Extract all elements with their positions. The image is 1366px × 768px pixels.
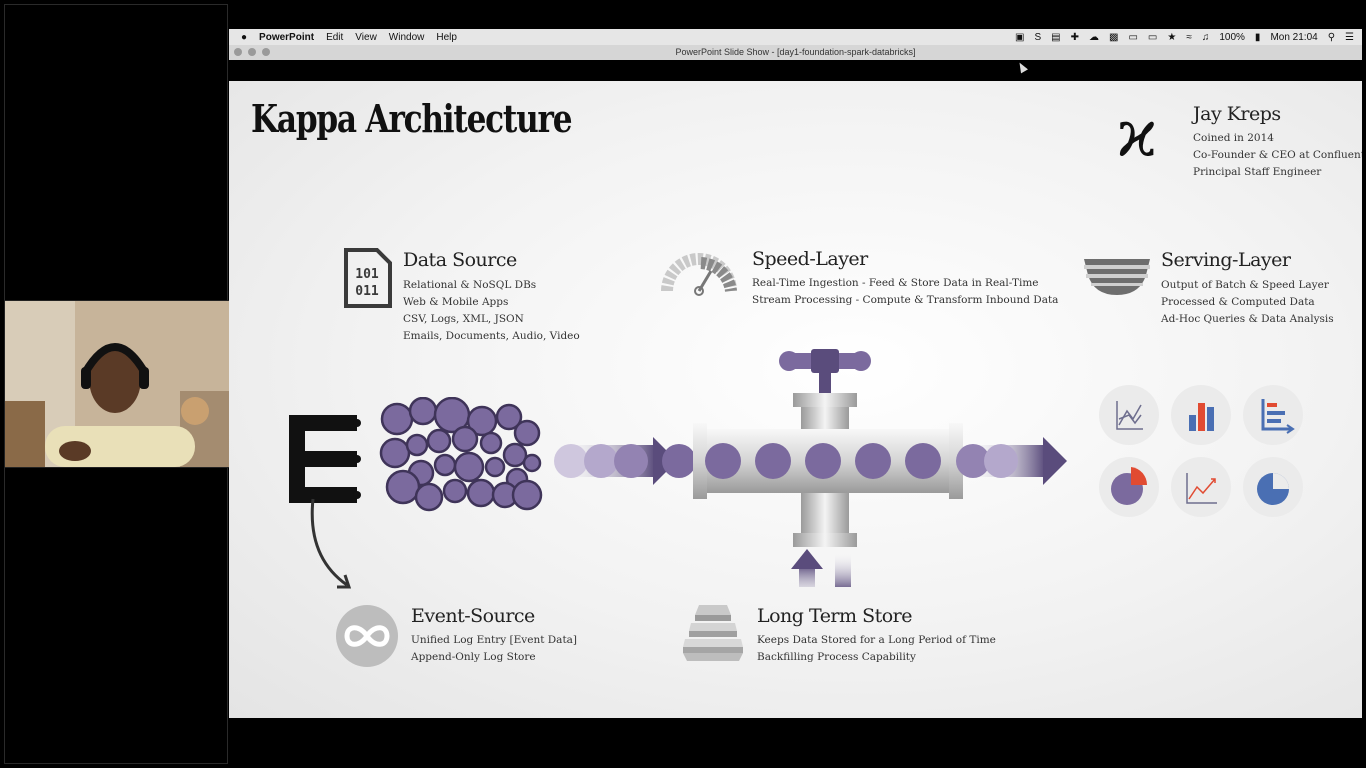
status-icon-6[interactable]: ▭ bbox=[1128, 32, 1137, 43]
serving-layer-title: Serving-Layer bbox=[1161, 249, 1291, 271]
mouse-cursor-icon bbox=[1016, 60, 1028, 74]
author-line-2: Co-Founder & CEO at Confluent bbox=[1193, 149, 1362, 161]
notification-center-icon[interactable]: ☰ bbox=[1345, 32, 1354, 43]
author-line-1: Coined in 2014 bbox=[1193, 132, 1274, 144]
event-source-lines: Unified Log Entry [Event Data] Append-On… bbox=[411, 632, 577, 666]
status-area: ▣ S ▤ ✚ ☁ ▩ ▭ ▭ ★ ≈ ♫ 100% ▮ Mon 21:04 ⚲… bbox=[1015, 29, 1354, 45]
speed-layer-title: Speed-Layer bbox=[752, 248, 868, 270]
minimize-button[interactable] bbox=[248, 48, 256, 56]
file-binary-text-1: 101 bbox=[355, 267, 379, 282]
close-button[interactable] bbox=[234, 48, 242, 56]
long-term-store-title: Long Term Store bbox=[757, 605, 913, 627]
infinity-icon bbox=[336, 605, 398, 667]
status-icon-2[interactable]: S bbox=[1035, 32, 1042, 43]
pie-chart-2-icon bbox=[1257, 473, 1289, 505]
spotlight-icon[interactable]: ⚲ bbox=[1328, 32, 1335, 43]
airplay-icon[interactable]: ▭ bbox=[1148, 32, 1157, 43]
powerpoint-window: ● PowerPoint Edit View Window Help ▣ S ▤… bbox=[229, 29, 1362, 718]
battery-icon[interactable]: ▮ bbox=[1255, 32, 1261, 43]
author-line-3: Principal Staff Engineer bbox=[1193, 166, 1322, 178]
event-hub-icon bbox=[289, 415, 361, 503]
presenter-video-image bbox=[5, 301, 229, 467]
status-icon-3[interactable]: ▤ bbox=[1051, 32, 1060, 43]
apple-menu-icon[interactable]: ● bbox=[241, 32, 247, 43]
long-term-store-lines: Keeps Data Stored for a Long Period of T… bbox=[757, 632, 996, 666]
window-controls bbox=[234, 48, 270, 56]
volume-icon[interactable]: ♫ bbox=[1202, 32, 1210, 43]
stream-arrow-right bbox=[956, 437, 1067, 485]
status-icon-1[interactable]: ▣ bbox=[1015, 32, 1024, 43]
data-source-line-3: CSV, Logs, XML, JSON bbox=[403, 313, 524, 325]
wifi-icon[interactable]: ≈ bbox=[1186, 32, 1192, 43]
menu-window[interactable]: Window bbox=[389, 32, 425, 43]
cloud-icon[interactable]: ☁ bbox=[1089, 32, 1099, 43]
webcam-video bbox=[4, 300, 230, 468]
clock[interactable]: Mon 21:04 bbox=[1270, 32, 1317, 43]
window-title: PowerPoint Slide Show - [day1-foundation… bbox=[675, 47, 916, 57]
data-source-line-1: Relational & NoSQL DBs bbox=[403, 279, 537, 291]
zoom-button[interactable] bbox=[262, 48, 270, 56]
data-bubbles-icon bbox=[379, 397, 543, 512]
window-titlebar: PowerPoint Slide Show - [day1-foundation… bbox=[229, 45, 1362, 60]
status-icon-5[interactable]: ▩ bbox=[1109, 32, 1118, 43]
serving-layer-line-3: Ad-Hoc Queries & Data Analysis bbox=[1161, 313, 1334, 325]
curved-arrow-icon bbox=[310, 498, 352, 589]
data-source-lines: Relational & NoSQL DBs Web & Mobile Apps… bbox=[403, 277, 580, 345]
slide-title: Kappa Architecture bbox=[251, 96, 573, 141]
menu-help[interactable]: Help bbox=[436, 32, 457, 43]
event-source-line-1: Unified Log Entry [Event Data] bbox=[411, 634, 578, 646]
speed-layer-line-2: Stream Processing - Compute & Transform … bbox=[752, 294, 1059, 306]
serving-layer-line-1: Output of Batch & Speed Layer bbox=[1161, 279, 1329, 291]
bowl-icon bbox=[1084, 259, 1150, 295]
file-binary-icon: 101 011 bbox=[344, 248, 392, 308]
long-term-store-line-1: Keeps Data Stored for a Long Period of T… bbox=[757, 634, 996, 646]
kappa-symbol-icon: ϰ bbox=[1117, 98, 1157, 172]
menu-edit[interactable]: Edit bbox=[326, 32, 343, 43]
status-icon-4[interactable]: ✚ bbox=[1071, 32, 1079, 43]
gauge-icon bbox=[661, 253, 737, 296]
pipeline-icon bbox=[554, 349, 1067, 587]
mac-menubar: ● PowerPoint Edit View Window Help ▣ S ▤… bbox=[229, 29, 1362, 45]
serving-layer-lines: Output of Batch & Speed Layer Processed … bbox=[1161, 277, 1334, 328]
stream-arrow-left bbox=[554, 437, 696, 485]
author-details: Coined in 2014 Co-Founder & CEO at Confl… bbox=[1193, 130, 1362, 181]
speed-layer-lines: Real-Time Ingestion - Feed & Store Data … bbox=[752, 275, 1058, 309]
file-binary-text-2: 011 bbox=[355, 284, 379, 299]
serving-layer-line-2: Processed & Computed Data bbox=[1161, 296, 1315, 308]
bluetooth-icon[interactable]: ★ bbox=[1167, 32, 1176, 43]
data-source-title: Data Source bbox=[403, 249, 517, 271]
data-source-line-2: Web & Mobile Apps bbox=[403, 296, 509, 308]
storage-arrows-icon bbox=[791, 549, 851, 587]
speed-layer-line-1: Real-Time Ingestion - Feed & Store Data … bbox=[752, 277, 1039, 289]
event-source-title: Event-Source bbox=[411, 605, 535, 627]
analytics-icons bbox=[1095, 381, 1315, 521]
menu-view[interactable]: View bbox=[355, 32, 377, 43]
slide-canvas: Kappa Architecture ϰ Jay Kreps Coined in… bbox=[229, 81, 1362, 718]
stack-icon bbox=[683, 605, 743, 661]
menu-app-name[interactable]: PowerPoint bbox=[259, 32, 314, 43]
event-source-line-2: Append-Only Log Store bbox=[411, 651, 536, 663]
battery-label[interactable]: 100% bbox=[1219, 32, 1245, 43]
author-name: Jay Kreps bbox=[1193, 103, 1281, 125]
long-term-store-line-2: Backfilling Process Capability bbox=[757, 651, 916, 663]
